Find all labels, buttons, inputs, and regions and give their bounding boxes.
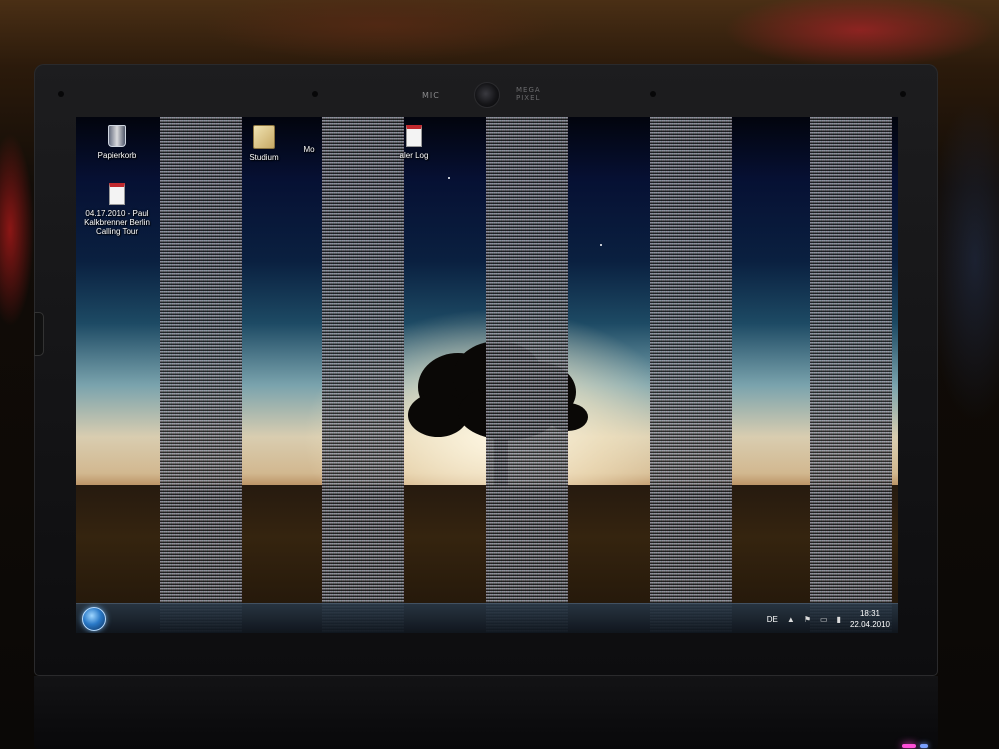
action-center-flag-icon[interactable]: ⚑ <box>804 615 811 624</box>
system-tray: DE ▲ ⚑ ▭ ▮ 18:31 22.04.2010 <box>767 604 890 633</box>
megapixel-label: MEGA PIXEL <box>516 86 541 102</box>
laptop-lid: MIC MEGA PIXEL Papierkorb Studium Mo ale… <box>34 64 938 749</box>
bezel-bumper <box>650 91 656 97</box>
bezel-bumper <box>312 91 318 97</box>
language-indicator[interactable]: DE <box>767 615 778 624</box>
lid-latch <box>34 312 44 356</box>
folder-icon <box>253 125 275 149</box>
document-icon <box>406 125 422 147</box>
glitch-stripe <box>650 117 732 633</box>
star <box>600 244 602 246</box>
glitch-stripe <box>322 117 404 633</box>
document-icon <box>109 183 125 205</box>
mic-label: MIC <box>422 91 440 100</box>
bezel-bumper <box>900 91 906 97</box>
status-led <box>920 744 928 748</box>
star <box>448 177 450 179</box>
megapixel-label-line2: PIXEL <box>516 94 541 102</box>
desktop-icon-label: 04.17.2010 - Paul Kalkbrenner Berlin Cal… <box>84 209 150 236</box>
desktop-icon-recycle-bin[interactable]: Papierkorb <box>82 125 152 160</box>
desktop-icon-label: Papierkorb <box>97 151 137 160</box>
desktop-icon-studium[interactable]: Studium <box>229 125 299 162</box>
glitch-stripe <box>486 117 568 633</box>
glitch-stripe <box>160 117 242 633</box>
power-led <box>902 744 916 748</box>
screen: Papierkorb Studium Mo aler Log 04.17.201… <box>76 117 898 633</box>
clock-time: 18:31 <box>859 609 880 618</box>
desktop-icon-log[interactable]: aler Log <box>379 125 449 160</box>
desktop-icon-label: Mo <box>303 145 315 154</box>
recycle-bin-icon <box>108 125 126 147</box>
laptop-base <box>34 676 938 749</box>
glitch-stripe <box>810 117 892 633</box>
start-button[interactable] <box>82 607 106 631</box>
clock[interactable]: 18:31 22.04.2010 <box>850 608 890 630</box>
desktop-icon-kalkbrenner[interactable]: 04.17.2010 - Paul Kalkbrenner Berlin Cal… <box>80 183 154 236</box>
battery-icon[interactable]: ▮ <box>837 615 841 624</box>
clock-date: 22.04.2010 <box>849 620 890 629</box>
bezel-bumper <box>58 91 64 97</box>
taskbar: DE ▲ ⚑ ▭ ▮ 18:31 22.04.2010 <box>76 603 898 633</box>
webcam <box>474 82 500 108</box>
desktop-icon-mo[interactable]: Mo <box>294 145 324 154</box>
megapixel-label-line1: MEGA <box>516 86 541 94</box>
show-hidden-icons-icon[interactable]: ▲ <box>787 615 795 624</box>
desktop-icon-label: aler Log <box>399 151 429 160</box>
network-icon[interactable]: ▭ <box>820 615 828 624</box>
desktop-icon-label: Studium <box>249 153 279 162</box>
